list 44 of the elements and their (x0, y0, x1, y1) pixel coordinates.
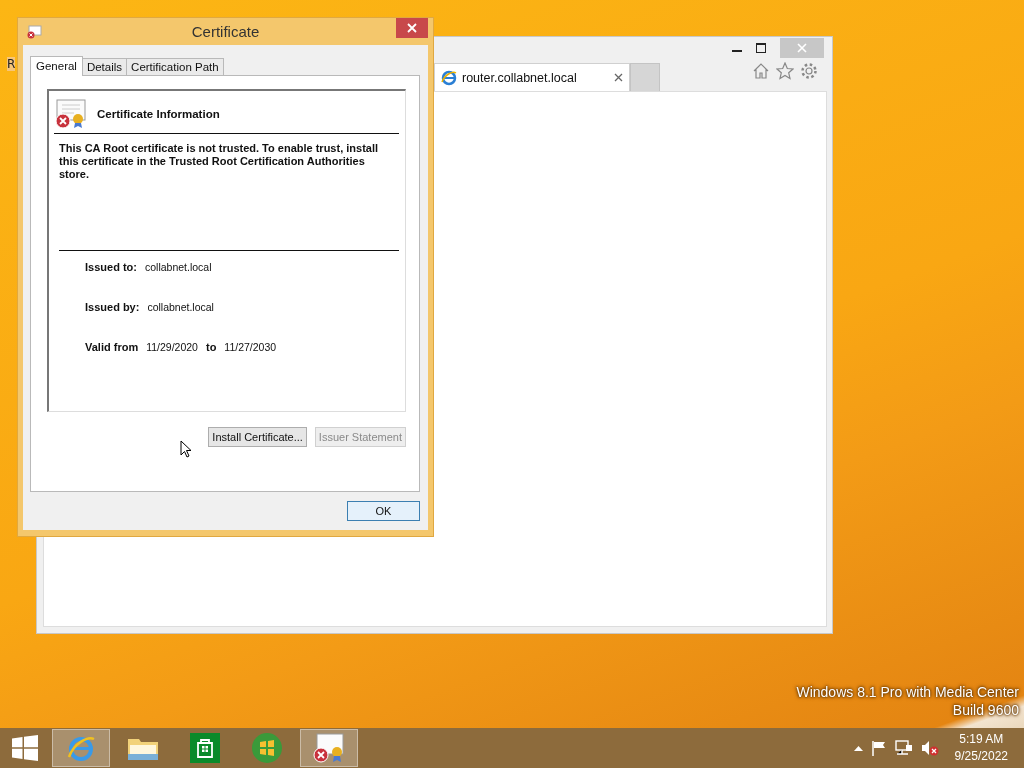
muted-speaker-icon[interactable] (920, 740, 939, 756)
untrusted-certificate-icon (54, 99, 88, 129)
dialog-tab[interactable]: General (30, 56, 83, 76)
close-icon (797, 43, 807, 53)
dialog-title: Certificate (191, 23, 260, 40)
field-label: Issued by: (85, 301, 140, 313)
clock[interactable]: 5:19 AM 9/25/2022 (954, 731, 1008, 765)
ok-button[interactable]: OK (347, 501, 420, 521)
edition-text: Build 9600 (952, 702, 1019, 718)
windows-logo-icon[interactable] (12, 735, 38, 761)
trust-message: This CA Root certificate is not trusted. To enable trust, install this certificate in the Trusted Root Certification Authorities store. (59, 142, 399, 251)
edition-text: Windows 8.1 Pro with Media Center (796, 684, 1019, 700)
media-orb-icon (251, 732, 283, 764)
mouse-cursor-icon (180, 440, 192, 458)
date-value: 11/29/2020 (146, 341, 198, 353)
desktop-icon-label[interactable]: R (7, 57, 16, 71)
close-tab-icon[interactable] (614, 73, 623, 82)
maximize-icon[interactable] (756, 43, 766, 53)
dialog-button[interactable]: Install Certificate... (208, 427, 307, 447)
field-value: collabnet.local (144, 261, 212, 273)
field-label: to (205, 341, 217, 353)
dialog-tab[interactable]: Details (81, 58, 128, 75)
network-icon[interactable] (894, 740, 913, 756)
time-text: 5:19 AM (959, 731, 1004, 748)
browser-logo-icon (441, 69, 457, 86)
field-label: Issued to: (85, 261, 137, 273)
close-button[interactable] (396, 18, 428, 38)
settings-icon[interactable] (800, 62, 818, 80)
dialog-tab[interactable]: Certification Path (126, 58, 224, 75)
field-value: collabnet.local (147, 301, 214, 313)
show-hidden-icons-icon[interactable] (853, 745, 863, 751)
close-icon (407, 23, 417, 33)
date-value: 11/27/2030 (224, 341, 277, 353)
date-text: 9/25/2022 (954, 748, 1008, 765)
browser-tab[interactable]: router.collabnet.local (434, 63, 630, 91)
flag-icon[interactable] (870, 740, 887, 756)
shopping-bag-icon (190, 733, 220, 763)
section-heading: Certificate Information (97, 108, 220, 120)
field-label: Valid from (85, 341, 139, 353)
certificate-app-button[interactable] (300, 729, 358, 767)
certificate-icon (26, 24, 42, 39)
star-icon[interactable] (776, 62, 794, 80)
home-icon[interactable] (752, 62, 770, 80)
certificate-icon (312, 733, 346, 763)
